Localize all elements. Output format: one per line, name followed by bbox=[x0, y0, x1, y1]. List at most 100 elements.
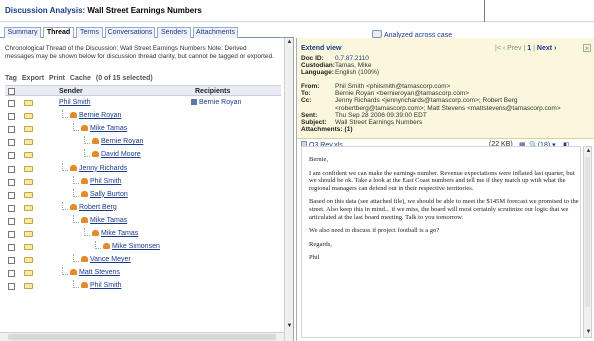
row-checkbox[interactable] bbox=[8, 283, 15, 291]
message-icon bbox=[103, 243, 110, 250]
sender-name[interactable]: Robert Berg bbox=[79, 204, 117, 211]
sender-link[interactable]: Mike Tamas bbox=[73, 214, 127, 224]
sender-name[interactable]: Phil Smith bbox=[90, 178, 122, 185]
sender-name[interactable]: Phil Smith bbox=[59, 99, 91, 106]
message-scrollbar[interactable]: ▲ ▼ bbox=[583, 146, 592, 338]
sender-name[interactable]: David Moore bbox=[101, 151, 141, 158]
sender-name[interactable]: Matt Stevens bbox=[79, 269, 120, 276]
scroll-up-icon[interactable]: ▲ bbox=[286, 39, 293, 46]
column-sender[interactable]: Sender bbox=[59, 88, 83, 95]
row-checkbox[interactable] bbox=[8, 270, 15, 278]
extend-view-link[interactable]: Extend view bbox=[301, 45, 341, 52]
tab-terms[interactable]: Terms bbox=[76, 27, 103, 38]
recipient[interactable]: Bernie Royan bbox=[191, 99, 241, 106]
row-checkbox[interactable] bbox=[8, 178, 15, 186]
row-checkbox[interactable] bbox=[8, 139, 15, 147]
recipient-icon bbox=[191, 99, 197, 105]
scroll-thumb[interactable] bbox=[8, 334, 276, 340]
page-title-label: Discussion Analysis: bbox=[5, 6, 86, 15]
thread-row[interactable]: Bernie Royan bbox=[5, 136, 281, 149]
thread-toolbar: Tag Export Print Cache (0 of 15 selected… bbox=[5, 75, 156, 82]
message-icon bbox=[92, 138, 99, 145]
sender-link[interactable]: Phil Smith bbox=[73, 280, 122, 289]
sender-link[interactable]: Mike Tamas bbox=[84, 228, 138, 237]
pager: |< ‹ Prev | 1 | Next › bbox=[495, 45, 557, 52]
sender-name[interactable]: Phil Smith bbox=[90, 282, 122, 289]
select-all-checkbox[interactable] bbox=[8, 88, 15, 95]
tree-connector bbox=[62, 201, 68, 210]
thread-row[interactable]: Phil Smith bbox=[5, 175, 281, 189]
horizontal-scrollbar[interactable] bbox=[0, 332, 284, 341]
column-recipients[interactable]: Recipients bbox=[195, 88, 230, 95]
sender-name[interactable]: Vance Meyer bbox=[90, 256, 131, 263]
sender-name[interactable]: Mike Simonsen bbox=[112, 243, 160, 250]
scroll-up-icon[interactable]: ▲ bbox=[585, 148, 592, 155]
cc-value: Jenny Richards <jennyrichards@tamascorp.… bbox=[335, 97, 561, 112]
sender-name[interactable]: Mike Tamas bbox=[90, 125, 127, 132]
thread-row[interactable]: Matt Stevens bbox=[5, 267, 281, 280]
sender-name[interactable]: Bernie Royan bbox=[101, 138, 143, 145]
row-checkbox[interactable] bbox=[8, 217, 15, 225]
thread-row[interactable]: Mike Tamas bbox=[5, 123, 281, 136]
thread-row[interactable]: Vance Meyer bbox=[5, 254, 281, 267]
thread-row[interactable]: Bernie Royan bbox=[5, 110, 281, 123]
thread-row[interactable]: David Moore bbox=[5, 149, 281, 162]
sender-link[interactable]: Bernie Royan bbox=[62, 110, 121, 119]
thread-row[interactable]: Jenny Richards bbox=[5, 162, 281, 176]
thread-row[interactable]: Robert Berg bbox=[5, 201, 281, 215]
sender-name[interactable]: Mike Tamas bbox=[101, 230, 138, 237]
sender-link[interactable]: Mike Simonsen bbox=[95, 241, 160, 250]
row-checkbox[interactable] bbox=[8, 204, 15, 212]
tab-attachments[interactable]: Attachments bbox=[193, 27, 238, 38]
scroll-down-icon[interactable]: ▼ bbox=[585, 329, 592, 336]
thread-row[interactable]: Phil Smith Bernie Royan bbox=[5, 97, 281, 110]
analyze-icon bbox=[372, 30, 382, 38]
row-checkbox[interactable] bbox=[8, 152, 15, 160]
thread-row[interactable]: Mike Tamas bbox=[5, 214, 281, 228]
sender-name[interactable]: Jenny Richards bbox=[79, 165, 127, 172]
prev-link[interactable]: ‹ Prev bbox=[503, 45, 522, 52]
doc-id-value[interactable]: 0.7.87.2110 bbox=[335, 55, 369, 62]
sender-link[interactable]: Robert Berg bbox=[62, 201, 117, 211]
scroll-thumb[interactable] bbox=[585, 157, 590, 307]
sender-link[interactable]: Phil Smith bbox=[73, 175, 122, 185]
sender-link[interactable]: David Moore bbox=[84, 149, 141, 158]
row-checkbox[interactable] bbox=[8, 191, 15, 199]
thread-row[interactable]: Mike Simonsen bbox=[5, 241, 281, 254]
next-link[interactable]: Next › bbox=[537, 45, 556, 52]
row-checkbox[interactable] bbox=[8, 257, 15, 265]
sender-link[interactable]: Bernie Royan bbox=[84, 136, 143, 145]
thread-row[interactable]: Sally Burton bbox=[5, 188, 281, 202]
sender-name[interactable]: Mike Tamas bbox=[90, 217, 127, 224]
vertical-scrollbar[interactable]: ▲ ▼ bbox=[284, 38, 293, 341]
row-checkbox[interactable] bbox=[8, 165, 15, 173]
sender-link[interactable]: Phil Smith bbox=[59, 99, 91, 106]
sender-link[interactable]: Mike Tamas bbox=[73, 123, 127, 132]
thread-row[interactable]: Phil Smith bbox=[5, 280, 281, 293]
tag-button[interactable]: Tag bbox=[5, 75, 17, 82]
sender-link[interactable]: Sally Burton bbox=[73, 188, 128, 198]
row-checkbox[interactable] bbox=[8, 100, 15, 107]
row-checkbox[interactable] bbox=[8, 126, 15, 134]
sender-link[interactable]: Jenny Richards bbox=[62, 162, 127, 172]
folder-icon bbox=[24, 191, 33, 198]
sender-link[interactable]: Vance Meyer bbox=[73, 254, 131, 263]
close-icon[interactable]: × bbox=[583, 44, 591, 53]
first-icon[interactable]: |< bbox=[495, 45, 501, 52]
print-button[interactable]: Print bbox=[49, 75, 65, 82]
tab-conversations[interactable]: Conversations bbox=[105, 27, 155, 38]
thread-row[interactable]: Mike Tamas bbox=[5, 228, 281, 241]
export-button[interactable]: Export bbox=[22, 75, 44, 82]
language-row: Language:English (100%) bbox=[301, 69, 379, 77]
sender-name[interactable]: Sally Burton bbox=[90, 191, 128, 198]
prev-label: Prev bbox=[507, 45, 522, 52]
sender-name[interactable]: Bernie Royan bbox=[79, 112, 121, 119]
cache-button[interactable]: Cache bbox=[70, 75, 91, 82]
row-checkbox[interactable] bbox=[8, 113, 15, 121]
row-checkbox[interactable] bbox=[8, 231, 15, 238]
scroll-down-icon[interactable]: ▼ bbox=[286, 323, 293, 330]
tab-senders[interactable]: Senders bbox=[157, 27, 191, 38]
sender-link[interactable]: Matt Stevens bbox=[62, 267, 120, 276]
row-checkbox[interactable] bbox=[8, 244, 15, 252]
tab-summary[interactable]: Summary bbox=[4, 27, 41, 38]
